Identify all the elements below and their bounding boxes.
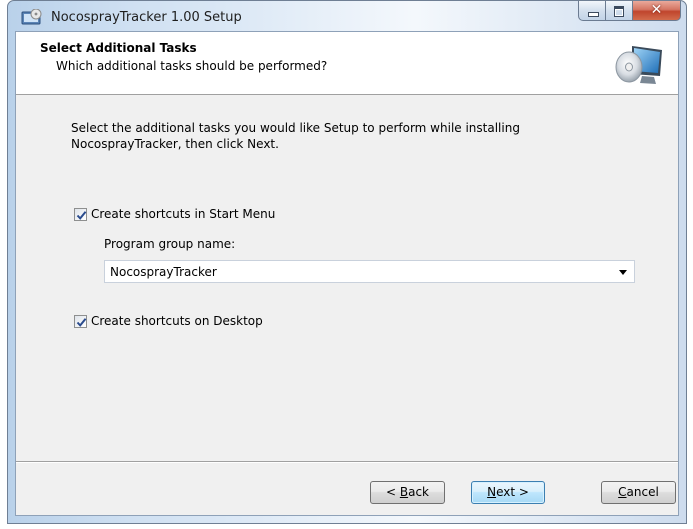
start-menu-task[interactable]: Create shortcuts in Start Menu	[74, 207, 275, 221]
intro-line-1: Select the additional tasks you would li…	[71, 121, 520, 135]
close-icon: ✕	[650, 2, 663, 18]
wizard-header: Select Additional Tasks Which additional…	[16, 32, 678, 95]
wizard-client-area: Select Additional Tasks Which additional…	[15, 31, 679, 516]
cancel-button[interactable]: Cancel	[601, 481, 676, 504]
maximize-button[interactable]	[606, 1, 633, 21]
checkmark-icon	[76, 317, 87, 327]
desktop-checkbox[interactable]	[74, 314, 87, 328]
page-title: Select Additional Tasks	[40, 41, 197, 55]
program-group-combobox[interactable]: NocosprayTracker	[104, 260, 635, 283]
next-button[interactable]: Next >	[471, 481, 545, 504]
dropdown-arrow-icon[interactable]	[619, 270, 627, 275]
install-disc-icon	[615, 46, 662, 84]
intro-line-2: NocosprayTracker, then click Next.	[71, 137, 279, 151]
minimize-button[interactable]	[578, 1, 606, 21]
desktop-task[interactable]: Create shortcuts on Desktop	[74, 314, 263, 328]
window-title: NocosprayTracker 1.00 Setup	[51, 10, 242, 25]
maximize-icon	[614, 6, 624, 17]
program-group-value: NocosprayTracker	[110, 265, 217, 279]
checkmark-icon	[76, 210, 87, 220]
footer-divider	[16, 461, 678, 463]
desktop-label: Create shortcuts on Desktop	[91, 314, 263, 328]
minimize-icon	[588, 12, 599, 17]
start-menu-checkbox[interactable]	[74, 207, 87, 221]
program-group-label: Program group name:	[104, 237, 236, 251]
start-menu-label: Create shortcuts in Start Menu	[91, 207, 276, 221]
caption-buttons: ✕	[578, 1, 681, 23]
intro-text: Select the additional tasks you would li…	[71, 120, 591, 152]
page-subtitle: Which additional tasks should be perform…	[56, 59, 328, 73]
back-button[interactable]: < Back	[370, 481, 445, 504]
setup-window: NocosprayTracker 1.00 Setup ✕ Select Add…	[7, 0, 687, 524]
installer-icon	[21, 9, 42, 25]
close-button[interactable]: ✕	[633, 1, 681, 21]
title-bar[interactable]: NocosprayTracker 1.00 Setup ✕	[8, 1, 686, 32]
